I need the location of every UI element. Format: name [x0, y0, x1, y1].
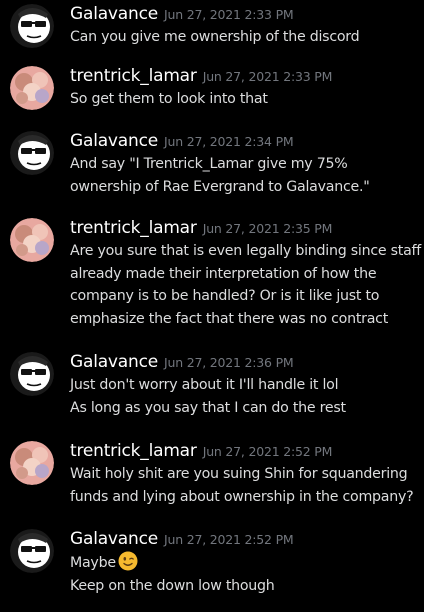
anime-portrait-icon [10, 66, 54, 110]
sunglasses-face-icon [10, 352, 54, 396]
author-name[interactable]: trentrick_lamar [70, 66, 197, 86]
author-name[interactable]: trentrick_lamar [70, 441, 197, 461]
message-content: Just don't worry about it I'll handle it… [70, 374, 420, 419]
timestamp: Jun 27, 2021 2:36 PM [164, 355, 294, 370]
avatar-galavance[interactable] [10, 529, 54, 573]
message-line: already made their interpretation of how… [70, 265, 377, 282]
message-line: emphasize the fact that there was no con… [70, 310, 389, 327]
message-line: As long as you say that I can do the res… [70, 399, 346, 416]
message-content: Are you sure that is even legally bindin… [70, 240, 422, 330]
message-content: And say "I Trentrick_Lamar give my 75% o… [70, 153, 420, 198]
message-header: Galavance Jun 27, 2021 2:36 PM [70, 352, 294, 376]
anime-portrait-icon [10, 218, 54, 262]
message-line: funds and lying about ownership in the c… [70, 488, 414, 505]
message-line: Wait holy shit are you suing Shin for sq… [70, 466, 408, 482]
message-content: Maybe Keep on the down low though [70, 551, 420, 597]
message-line: Can you give me ownership of the discord [70, 29, 360, 45]
message-content: Can you give me ownership of the discord [70, 26, 420, 49]
message-line: Just don't worry about it I'll handle it… [70, 377, 339, 393]
message-line: Are you sure that is even legally bindin… [70, 243, 422, 259]
avatar-galavance[interactable] [10, 4, 54, 48]
message-header: Galavance Jun 27, 2021 2:34 PM [70, 131, 294, 155]
author-name[interactable]: Galavance [70, 131, 158, 151]
timestamp: Jun 27, 2021 2:35 PM [202, 221, 333, 236]
message-header: trentrick_lamar Jun 27, 2021 2:33 PM [70, 66, 332, 90]
avatar-galavance[interactable] [10, 131, 54, 175]
sunglasses-face-icon [10, 4, 54, 48]
timestamp: Jun 27, 2021 2:33 PM [164, 7, 294, 22]
sunglasses-face-icon [10, 529, 54, 573]
timestamp: Jun 27, 2021 2:52 PM [202, 444, 333, 459]
message-content: So get them to look into that [70, 88, 420, 111]
winking-face-emoji-icon [118, 551, 138, 571]
avatar-trentrick[interactable] [10, 441, 54, 485]
avatar-galavance[interactable] [10, 352, 54, 396]
author-name[interactable]: trentrick_lamar [70, 218, 197, 238]
message-header: trentrick_lamar Jun 27, 2021 2:52 PM [70, 441, 332, 465]
sunglasses-face-icon [10, 131, 54, 175]
avatar-trentrick[interactable] [10, 66, 54, 110]
message-header: Galavance Jun 27, 2021 2:52 PM [70, 529, 294, 553]
author-name[interactable]: Galavance [70, 352, 158, 372]
message-header: trentrick_lamar Jun 27, 2021 2:35 PM [70, 218, 332, 242]
author-name[interactable]: Galavance [70, 529, 158, 549]
message-line: ownership of Rae Evergrand to Galavance.… [70, 178, 370, 195]
message-line: And say "I Trentrick_Lamar give my 75% [70, 156, 348, 172]
message-line: Maybe [70, 551, 420, 575]
anime-portrait-icon [10, 441, 54, 485]
message-line: company is to be handled? Or is it like … [70, 288, 380, 304]
message-text: Maybe [70, 555, 116, 571]
message-line: Keep on the down low though [70, 577, 275, 594]
message-content: Wait holy shit are you suing Shin for sq… [70, 463, 420, 508]
message-header: Galavance Jun 27, 2021 2:33 PM [70, 4, 294, 28]
avatar-trentrick[interactable] [10, 218, 54, 262]
timestamp: Jun 27, 2021 2:52 PM [164, 532, 294, 547]
timestamp: Jun 27, 2021 2:34 PM [164, 134, 294, 149]
author-name[interactable]: Galavance [70, 4, 158, 24]
timestamp: Jun 27, 2021 2:33 PM [202, 69, 333, 84]
message-line: So get them to look into that [70, 91, 268, 107]
